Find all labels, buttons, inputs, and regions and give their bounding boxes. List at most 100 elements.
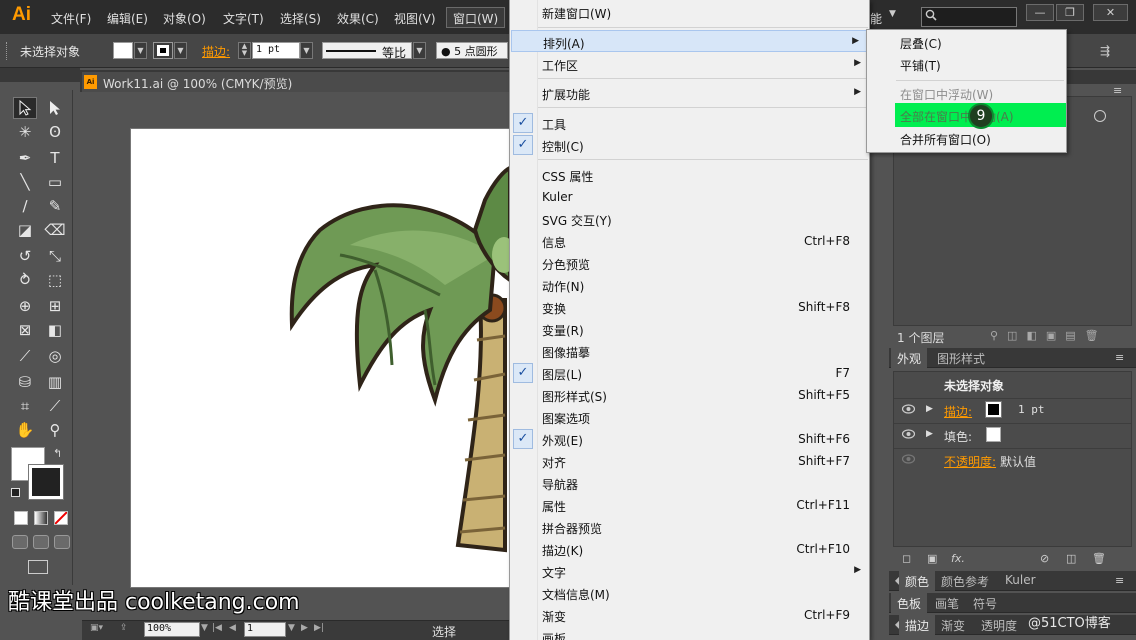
- tab-transparency[interactable]: 透明度: [975, 615, 1023, 635]
- magic-wand-tool-icon[interactable]: ✳: [13, 121, 37, 143]
- stroke-swatch[interactable]: [985, 401, 1002, 418]
- stroke-link[interactable]: 描边:: [202, 43, 230, 60]
- profile-dropdown[interactable]: ▼: [413, 42, 426, 59]
- shape-builder-tool-icon[interactable]: ⊕: [13, 295, 37, 317]
- expand-triangle-icon[interactable]: ▶: [926, 404, 933, 414]
- add-effect-icon[interactable]: fx.: [951, 552, 965, 565]
- zoom-level-field[interactable]: 100%: [144, 622, 200, 637]
- fill-dropdown[interactable]: ▼: [134, 42, 147, 59]
- duplicate-item-icon[interactable]: ◫: [1066, 552, 1076, 565]
- color-panel-menu-icon[interactable]: ≡: [1115, 574, 1124, 587]
- prev-artboard-icon[interactable]: ◀: [229, 623, 236, 633]
- palm-tree-artwork[interactable]: [280, 160, 510, 560]
- control-panel-options-icon[interactable]: ⇶: [1100, 44, 1110, 58]
- menu-edit[interactable]: 编辑(E): [107, 10, 148, 27]
- workspace-switcher[interactable]: 能: [870, 10, 882, 27]
- menu-type[interactable]: 文字(T): [223, 10, 264, 27]
- tab-color[interactable]: 颜色: [899, 571, 936, 591]
- swap-fill-stroke-icon[interactable]: ↰: [53, 447, 62, 460]
- stroke-color-box[interactable]: [28, 464, 64, 500]
- artboard-number-field[interactable]: 1: [244, 622, 286, 637]
- menu-item-flattener-preview[interactable]: 拼合器预览: [510, 516, 869, 538]
- layer-target-icon[interactable]: [1094, 110, 1106, 122]
- pen-tool-icon[interactable]: ✒: [13, 147, 37, 169]
- menu-item-appearance[interactable]: ✓ 外观(E) Shift+F6: [510, 428, 869, 450]
- menu-file[interactable]: 文件(F): [51, 10, 91, 27]
- submenu-item-float-in-window[interactable]: 在窗口中浮动(W): [867, 82, 1066, 104]
- tab-symbols[interactable]: 符号: [967, 593, 1003, 613]
- warp-tool-icon[interactable]: ⥁: [13, 269, 37, 291]
- menu-item-gradient[interactable]: 渐变 Ctrl+F9: [510, 604, 869, 626]
- appearance-stroke-label[interactable]: 描边:: [944, 403, 972, 420]
- menu-item-tools[interactable]: ✓ 工具: [510, 112, 869, 134]
- draw-normal-icon[interactable]: [12, 535, 28, 549]
- artboard-tool-icon[interactable]: ⌗: [13, 395, 37, 417]
- hand-tool-icon[interactable]: ✋: [13, 419, 37, 441]
- tab-stroke[interactable]: 描边: [899, 615, 936, 635]
- artboard-dropdown-icon[interactable]: ▼: [288, 623, 295, 633]
- menu-item-navigator[interactable]: 导航器: [510, 472, 869, 494]
- appearance-opacity-row[interactable]: 不透明度: 默认值: [894, 448, 1131, 472]
- menu-item-kuler[interactable]: Kuler: [510, 186, 869, 208]
- menu-item-align[interactable]: 对齐 Shift+F7: [510, 450, 869, 472]
- add-stroke-icon[interactable]: ◻: [902, 552, 911, 565]
- blob-brush-tool-icon[interactable]: ◪: [13, 219, 37, 241]
- visibility-eye-icon[interactable]: [902, 454, 915, 464]
- stroke-weight-stepper[interactable]: ▲ ▼: [238, 42, 251, 59]
- line-tool-icon[interactable]: ╲: [13, 171, 37, 193]
- rotate-tool-icon[interactable]: ↺: [13, 245, 37, 267]
- tab-appearance[interactable]: 外观: [891, 348, 928, 368]
- menu-item-transform[interactable]: 变换 Shift+F8: [510, 296, 869, 318]
- document-title[interactable]: Work11.ai @ 100% (CMYK/预览): [103, 75, 292, 92]
- menu-item-control[interactable]: ✓ 控制(C): [510, 134, 869, 156]
- next-artboard-icon[interactable]: ▶: [301, 623, 308, 633]
- menu-item-svg-interactivity[interactable]: SVG 交互(Y): [510, 208, 869, 230]
- chevron-down-icon[interactable]: ▼: [889, 9, 896, 19]
- tab-gradient[interactable]: 渐变: [935, 615, 971, 635]
- status-toggle-icon[interactable]: ▣▾: [90, 623, 103, 633]
- menu-select[interactable]: 选择(S): [280, 10, 321, 27]
- clear-appearance-icon[interactable]: ⊘: [1040, 552, 1049, 565]
- scale-tool-icon[interactable]: ⤡: [43, 245, 67, 267]
- symbol-sprayer-tool-icon[interactable]: ⛁: [13, 371, 37, 393]
- menu-item-image-trace[interactable]: 图像描摹: [510, 340, 869, 362]
- submenu-item-tile[interactable]: 平铺(T): [867, 53, 1066, 75]
- draw-inside-icon[interactable]: [54, 535, 70, 549]
- grip-handle[interactable]: [6, 42, 9, 60]
- appearance-fill-row[interactable]: ▶ 填色:: [894, 423, 1131, 447]
- stroke-dropdown[interactable]: ▼: [174, 42, 187, 59]
- menu-item-stroke[interactable]: 描边(K) Ctrl+F10: [510, 538, 869, 560]
- column-graph-tool-icon[interactable]: ▥: [43, 371, 67, 393]
- submenu-item-cascade[interactable]: 层叠(C): [867, 31, 1066, 53]
- first-artboard-icon[interactable]: |◀: [212, 623, 222, 633]
- direct-selection-tool-icon[interactable]: [43, 97, 67, 119]
- fill-color-swatch[interactable]: [113, 42, 133, 59]
- zoom-tool-icon[interactable]: ⚲: [43, 419, 67, 441]
- menu-item-layers[interactable]: ✓ 图层(L) F7: [510, 362, 869, 384]
- menu-item-separations-preview[interactable]: 分色预览: [510, 252, 869, 274]
- stroke-weight-input[interactable]: 1 pt: [252, 42, 300, 59]
- appearance-panel-menu-icon[interactable]: ≡: [1115, 351, 1124, 364]
- menu-view[interactable]: 视图(V): [394, 10, 436, 27]
- eyedropper-tool-icon[interactable]: ⟋: [13, 345, 37, 367]
- gradient-tool-icon[interactable]: ◧: [43, 319, 67, 341]
- close-button[interactable]: ✕: [1093, 4, 1128, 21]
- free-transform-tool-icon[interactable]: ⬚: [43, 269, 67, 291]
- menu-item-workspace[interactable]: 工作区 ▶: [510, 53, 869, 75]
- blend-tool-icon[interactable]: ◎: [43, 345, 67, 367]
- draw-behind-icon[interactable]: [33, 535, 49, 549]
- menu-item-attributes[interactable]: 属性 Ctrl+F11: [510, 494, 869, 516]
- menu-item-document-info[interactable]: 文档信息(M): [510, 582, 869, 604]
- appearance-opacity-label[interactable]: 不透明度:: [944, 453, 996, 470]
- none-mode-icon[interactable]: [54, 511, 68, 525]
- type-tool-icon[interactable]: T: [43, 147, 67, 169]
- default-colors-icon[interactable]: [11, 488, 20, 497]
- gradient-mode-icon[interactable]: [34, 511, 48, 525]
- brush-definition[interactable]: ● 5 点圆形: [436, 42, 508, 59]
- share-icon[interactable]: ⇪: [120, 623, 128, 633]
- visibility-eye-icon[interactable]: [902, 429, 915, 439]
- menu-item-actions[interactable]: 动作(N): [510, 274, 869, 296]
- menu-item-new-window[interactable]: 新建窗口(W): [510, 1, 869, 23]
- lasso-tool-icon[interactable]: ʘ: [43, 121, 67, 143]
- fill-swatch[interactable]: [986, 427, 1001, 442]
